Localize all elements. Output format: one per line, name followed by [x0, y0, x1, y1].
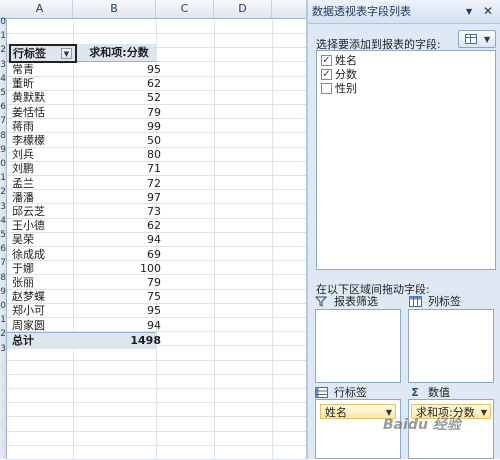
chevron-down-icon: ▼	[484, 35, 491, 44]
row-label-header: 行标签	[13, 47, 46, 60]
grid-line	[7, 360, 306, 361]
row-number[interactable]: 2	[0, 42, 6, 58]
grid-line	[7, 388, 306, 389]
field-label: 姓名	[335, 54, 357, 67]
grid-line	[7, 33, 306, 34]
grid-line	[7, 402, 306, 403]
grid-line	[7, 431, 306, 432]
pivot-field-list-pane: 数据透视表字段列表 ▼ ✕ 选择要添加到报表的字段: ▼ ✓ 姓名 ✓ 分数 性…	[306, 0, 500, 459]
row-number[interactable]: 7	[0, 113, 6, 129]
row-header-bar: 012345678901234567890123	[0, 17, 7, 459]
field-list-box[interactable]: ✓ 姓名 ✓ 分数 性别	[316, 50, 496, 270]
report-filter-area-header: 报表筛选	[314, 294, 400, 310]
report-filter-label: 报表筛选	[334, 295, 378, 308]
report-filter-drop-area[interactable]	[315, 309, 401, 383]
row-field-chip-label: 姓名	[325, 406, 347, 419]
pivot-header-row: 行标签 ▼ 求和项:分数	[7, 44, 156, 63]
filter-icon	[314, 296, 328, 308]
grid-line	[214, 19, 215, 459]
spreadsheet-area[interactable]: A B C D 012345678901234567890123 行标签 ▼ 求…	[0, 0, 306, 460]
column-header-d[interactable]: D	[214, 0, 272, 18]
field-checkbox-score[interactable]: ✓	[321, 69, 332, 80]
pane-menu-dropdown-icon[interactable]: ▼	[466, 8, 475, 16]
column-labels-drop-area[interactable]	[408, 309, 494, 383]
grid-line	[272, 19, 273, 459]
column-header-a[interactable]: A	[7, 0, 73, 18]
row-number[interactable]: 2	[0, 326, 6, 342]
field-checkbox-name[interactable]: ✓	[321, 55, 332, 66]
grid-line	[7, 416, 306, 417]
column-labels-icon	[408, 296, 422, 308]
column-labels-area-header: 列标签	[408, 294, 494, 310]
column-header-c[interactable]: C	[156, 0, 214, 18]
grid-line	[7, 374, 306, 375]
field-label: 性别	[335, 82, 357, 95]
row-label-header-cell[interactable]: 行标签 ▼	[9, 44, 77, 63]
sum-header[interactable]: 求和项:分数	[77, 44, 161, 61]
watermark: Baidu 经验	[383, 417, 461, 433]
row-number[interactable]: 3	[0, 341, 6, 357]
row-number[interactable]: 2	[0, 184, 6, 200]
column-labels-label: 列标签	[428, 295, 461, 308]
pane-title: 数据透视表字段列表	[312, 5, 411, 18]
field-checkbox-gender[interactable]	[321, 83, 332, 94]
column-header-bar: A B C D	[0, 0, 306, 19]
column-header-b[interactable]: B	[73, 0, 156, 18]
row-number[interactable]: 7	[0, 255, 6, 271]
filter-dropdown-icon[interactable]: ▼	[61, 48, 72, 59]
column-header-e[interactable]	[272, 0, 306, 18]
field-layout-icon	[465, 34, 477, 44]
sigma-icon: Σ	[411, 386, 419, 399]
field-label: 分数	[335, 68, 357, 81]
grand-total-value: 1498	[130, 334, 161, 347]
grand-total-label: 总计	[12, 334, 34, 347]
grand-total-row[interactable]: 总计 1498	[7, 332, 161, 349]
close-icon[interactable]: ✕	[481, 4, 495, 18]
layout-options-button[interactable]: ▼	[458, 30, 496, 48]
chevron-down-icon[interactable]: ▼	[481, 405, 487, 420]
row-labels-icon	[314, 387, 328, 399]
grid-line	[7, 445, 306, 446]
